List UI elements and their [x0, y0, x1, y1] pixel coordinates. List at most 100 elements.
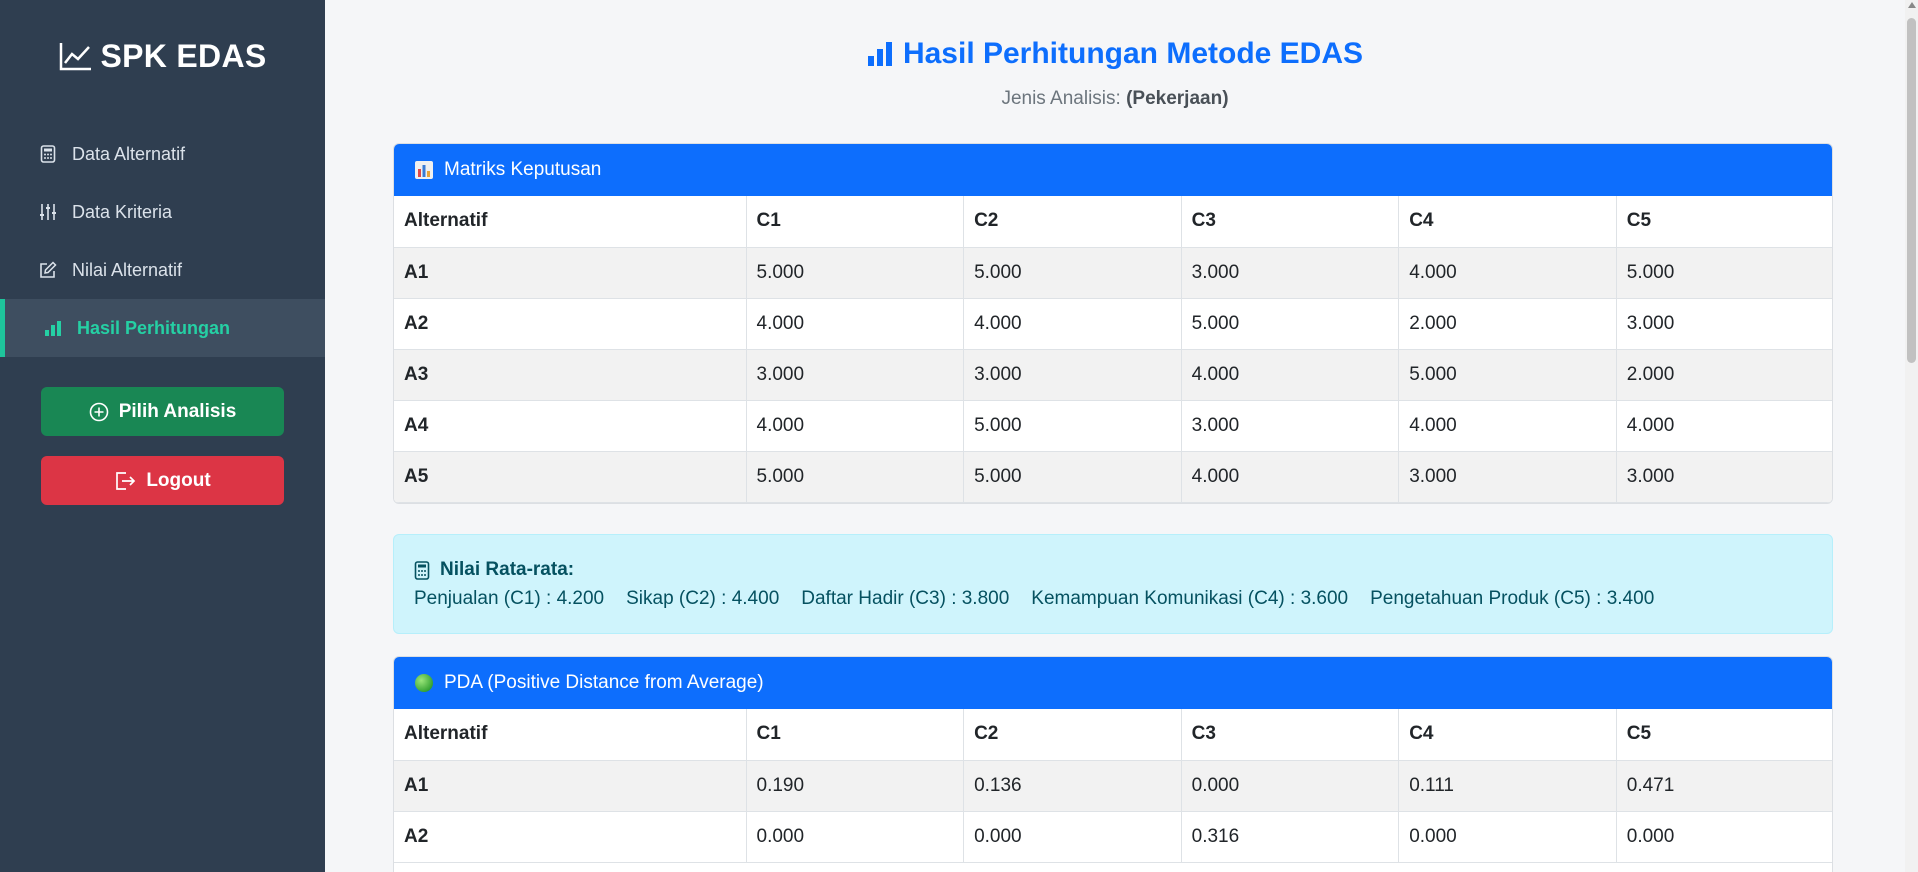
table-cell: 4.000 — [746, 400, 965, 452]
table-cell: 0.316 — [1181, 811, 1400, 863]
table-cell: 5.000 — [963, 247, 1182, 299]
table-cell: 3.000 — [1616, 298, 1832, 350]
table-cell: 4.000 — [1398, 400, 1617, 452]
table-cell: A4 — [394, 400, 747, 452]
sidebar-item-nilai-alternatif[interactable]: Nilai Alternatif — [0, 241, 325, 299]
main-content: Hasil Perhitungan Metode EDAS Jenis Anal… — [325, 0, 1905, 872]
average-value: Daftar Hadir (C3) : 3.800 — [801, 588, 1010, 609]
table-cell: A5 — [394, 451, 747, 503]
column-header: C5 — [1616, 709, 1832, 761]
table-cell: 0.111 — [1398, 760, 1617, 812]
page-title-text: Hasil Perhitungan Metode EDAS — [902, 37, 1364, 70]
table-cell: 0.471 — [1616, 760, 1832, 812]
info-title-text: Nilai Rata-rata: — [440, 559, 575, 580]
brand[interactable]: SPK EDAS — [0, 38, 325, 79]
sidebar-item-hasil-perhitungan[interactable]: Hasil Perhitungan — [0, 299, 325, 357]
calculator-icon — [38, 144, 58, 164]
calculator-icon — [414, 560, 430, 580]
table-cell: 0.000 — [1181, 760, 1400, 812]
sidebar-item-label: Data Alternatif — [72, 143, 186, 164]
sidebar-item-label: Nilai Alternatif — [72, 259, 183, 280]
table-cell: 0.000 — [1616, 811, 1832, 863]
average-values: Penjualan (C1) : 4.200 Sikap (C2) : 4.40… — [414, 588, 1812, 610]
chart-emoji-icon — [414, 160, 434, 180]
table-cell: 5.000 — [1616, 247, 1832, 299]
table-cell: 5.000 — [746, 247, 965, 299]
average-value: Kemampuan Komunikasi (C4) : 3.600 — [1031, 588, 1349, 609]
column-header: C5 — [1616, 196, 1832, 248]
sidebar-item-data-alternatif[interactable]: Data Alternatif — [0, 125, 325, 183]
table-row: A2 4.000 4.000 5.000 2.000 3.000 — [394, 298, 1832, 350]
column-header: C4 — [1398, 196, 1617, 248]
pilih-analisis-label: Pilih Analisis — [118, 400, 237, 422]
table-cell: 5.000 — [963, 400, 1182, 452]
table-row: A4 4.000 5.000 3.000 4.000 4.000 — [394, 400, 1832, 452]
average-value: Penjualan (C1) : 4.200 — [414, 588, 605, 609]
table-cell: A2 — [394, 298, 747, 350]
logout-icon — [114, 471, 136, 491]
table-cell: A2 — [394, 811, 747, 863]
column-header: C3 — [1181, 709, 1400, 761]
sidebar-item-data-kriteria[interactable]: Data Kriteria — [0, 183, 325, 241]
table-row: A5 5.000 5.000 4.000 3.000 3.000 — [394, 451, 1832, 503]
pda-card: PDA (Positive Distance from Average) Alt… — [393, 656, 1833, 872]
column-header: C2 — [963, 196, 1182, 248]
table-cell: 4.000 — [1181, 349, 1400, 401]
matriks-table: Alternatif C1 C2 C3 C4 C5 A1 5.000 5.000… — [394, 196, 1832, 503]
table-cell: 0.000 — [963, 811, 1182, 863]
table-cell: 3.000 — [1398, 451, 1617, 503]
table-cell: 3.000 — [1181, 247, 1400, 299]
scroll-up-arrow-icon[interactable] — [1907, 2, 1916, 8]
table-row: A1 0.190 0.136 0.000 0.111 0.471 — [394, 760, 1832, 812]
table-cell: 3.000 — [1616, 451, 1832, 503]
table-cell: A3 — [394, 349, 747, 401]
table-cell: A1 — [394, 247, 747, 299]
card-header: PDA (Positive Distance from Average) — [394, 657, 1832, 709]
table-cell: 0.000 — [746, 811, 965, 863]
column-header: C1 — [746, 709, 965, 761]
average-value: Pengetahuan Produk (C5) : 3.400 — [1370, 588, 1655, 609]
column-header: Alternatif — [394, 709, 747, 761]
table-cell: 4.000 — [1398, 247, 1617, 299]
analysis-type-label: Jenis Analisis: — [1001, 88, 1127, 109]
card-title: Matriks Keputusan — [444, 159, 602, 180]
sidebar-item-label: Hasil Perhitungan — [77, 317, 231, 338]
logout-button[interactable]: Logout — [41, 456, 284, 505]
vertical-scrollbar[interactable] — [1905, 0, 1918, 872]
scrollbar-thumb[interactable] — [1907, 18, 1916, 363]
table-cell: 5.000 — [746, 451, 965, 503]
page-title: Hasil Perhitungan Metode EDAS — [325, 37, 1905, 74]
table-cell: 4.000 — [1181, 451, 1400, 503]
card-header: Matriks Keputusan — [394, 144, 1832, 196]
table-cell: 5.000 — [963, 451, 1182, 503]
info-title: Nilai Rata-rata: — [414, 559, 1812, 581]
green-circle-icon — [414, 673, 434, 693]
column-header: Alternatif — [394, 196, 747, 248]
table-cell: 2.000 — [1616, 349, 1832, 401]
table-cell: 0.136 — [963, 760, 1182, 812]
nilai-rata-rata-box: Nilai Rata-rata: Penjualan (C1) : 4.200 … — [393, 534, 1833, 634]
analysis-type: Jenis Analisis: (Pekerjaan) — [325, 88, 1905, 110]
column-header: C3 — [1181, 196, 1400, 248]
average-value: Sikap (C2) : 4.400 — [626, 588, 780, 609]
card-title: PDA (Positive Distance from Average) — [444, 672, 764, 693]
table-cell: 5.000 — [1398, 349, 1617, 401]
table-cell: 3.000 — [963, 349, 1182, 401]
table-row: A2 0.000 0.000 0.316 0.000 0.000 — [394, 811, 1832, 863]
bar-chart-icon — [43, 318, 63, 338]
sidebar: SPK EDAS Data Alternatif Data Kriteria N… — [0, 0, 325, 872]
table-row: A3 3.000 3.000 4.000 5.000 2.000 — [394, 349, 1832, 401]
pda-table: Alternatif C1 C2 C3 C4 C5 A1 0.190 0.136… — [394, 709, 1832, 863]
brand-label: SPK EDAS — [100, 38, 267, 74]
column-header: C2 — [963, 709, 1182, 761]
pilih-analisis-button[interactable]: Pilih Analisis — [41, 387, 284, 436]
matriks-keputusan-card: Matriks Keputusan Alternatif C1 C2 C3 C4… — [393, 143, 1833, 504]
table-cell: A1 — [394, 760, 747, 812]
table-cell: 4.000 — [746, 298, 965, 350]
column-header: C1 — [746, 196, 965, 248]
table-cell: 5.000 — [1181, 298, 1400, 350]
bar-chart-icon — [867, 40, 895, 74]
table-cell: 0.190 — [746, 760, 965, 812]
table-cell: 3.000 — [746, 349, 965, 401]
table-cell: 0.000 — [1398, 811, 1617, 863]
